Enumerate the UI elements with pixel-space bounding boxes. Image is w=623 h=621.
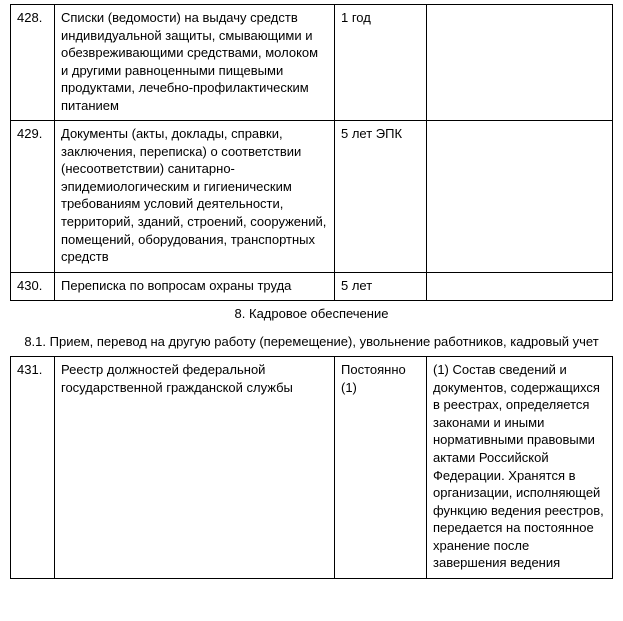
row-number: 428. [11,5,55,121]
retention-table: 428. Списки (ведомости) на выдачу средст… [10,4,613,579]
row-term: 1 год [335,5,427,121]
row-description: Переписка по вопросам охраны труда [55,272,335,301]
section-heading-row: 8. Кадровое обеспечение [11,301,613,329]
row-note: (1) Состав сведений и документов, содерж… [427,357,613,579]
subsection-heading-row: 8.1. Прием, перевод на другую работу (пе… [11,329,613,357]
section-heading: 8. Кадровое обеспечение [11,301,613,329]
row-term: 5 лет [335,272,427,301]
row-description: Списки (ведомости) на выдачу средств инд… [55,5,335,121]
subsection-heading: 8.1. Прием, перевод на другую работу (пе… [11,329,613,357]
row-term: Постоянно (1) [335,357,427,579]
row-number: 430. [11,272,55,301]
table-row: 430. Переписка по вопросам охраны труда … [11,272,613,301]
row-note [427,272,613,301]
row-note [427,121,613,272]
row-description: Документы (акты, доклады, справки, заклю… [55,121,335,272]
table-row: 431. Реестр должностей федеральной госуд… [11,357,613,579]
row-number: 429. [11,121,55,272]
table-row: 429. Документы (акты, доклады, справки, … [11,121,613,272]
row-description: Реестр должностей федеральной государств… [55,357,335,579]
row-note [427,5,613,121]
row-term: 5 лет ЭПК [335,121,427,272]
table-row: 428. Списки (ведомости) на выдачу средст… [11,5,613,121]
row-number: 431. [11,357,55,579]
